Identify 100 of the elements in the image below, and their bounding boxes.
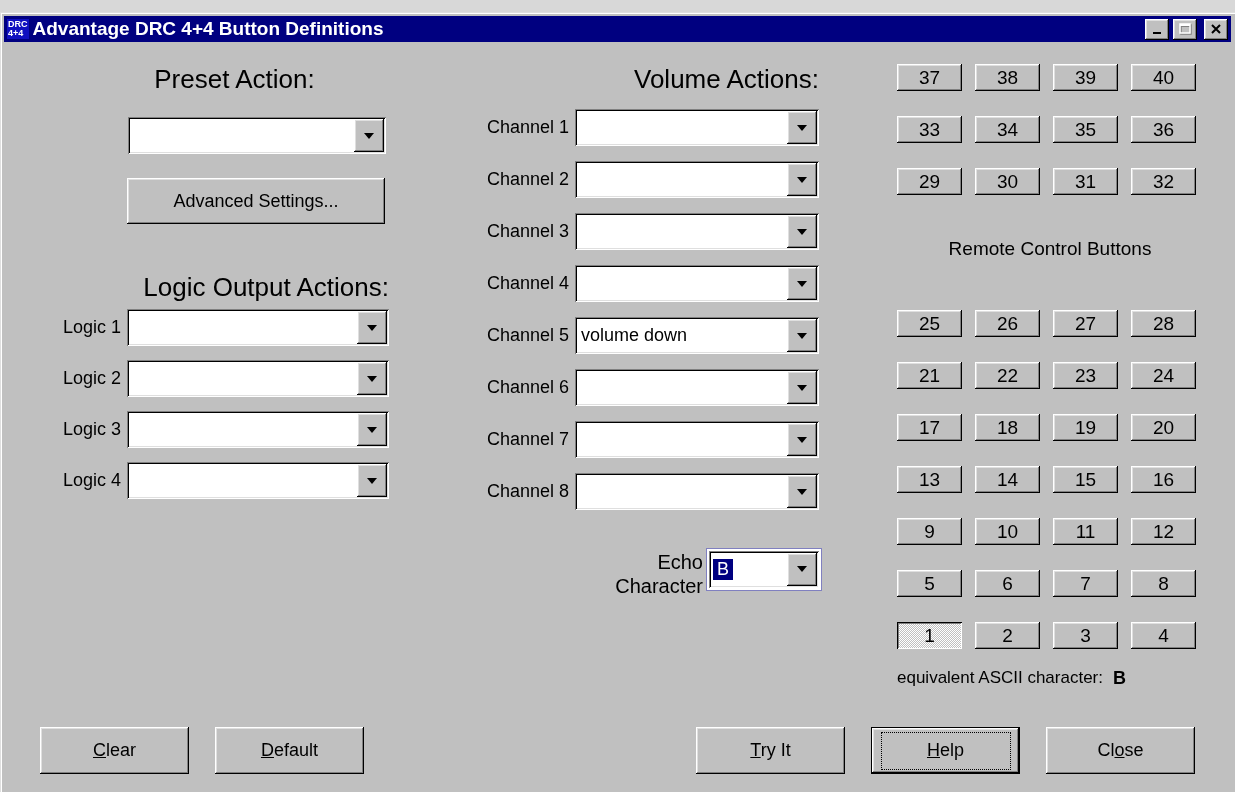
caret-icon	[797, 124, 807, 131]
caret-icon	[367, 375, 377, 382]
caret-icon	[367, 426, 377, 433]
preset-action-heading: Preset Action:	[154, 64, 315, 95]
remote-button[interactable]: 31	[1053, 168, 1118, 195]
remote-button[interactable]: 29	[897, 168, 962, 195]
remote-button[interactable]: 1	[897, 622, 962, 649]
channel-label: Channel 5	[486, 325, 569, 346]
logic-label: Logic 3	[62, 419, 121, 440]
remote-button[interactable]: 38	[975, 64, 1040, 91]
remote-button[interactable]: 5	[897, 570, 962, 597]
logic-dropdown[interactable]	[127, 360, 389, 397]
caret-icon	[797, 436, 807, 443]
remote-button[interactable]: 23	[1053, 362, 1118, 389]
channel-dropdown[interactable]	[575, 421, 819, 458]
echo-character-label: Echo Character	[615, 550, 703, 598]
remote-button[interactable]: 3	[1053, 622, 1118, 649]
advanced-settings-button[interactable]: Advanced Settings...	[127, 178, 385, 224]
remote-button[interactable]: 7	[1053, 570, 1118, 597]
remote-button[interactable]: 28	[1131, 310, 1196, 337]
window-title: Advantage DRC 4+4 Button Definitions	[32, 18, 384, 40]
remote-button[interactable]: 14	[975, 466, 1040, 493]
clear-button[interactable]: Clear	[40, 727, 189, 774]
remote-button[interactable]: 15	[1053, 466, 1118, 493]
remote-button[interactable]: 39	[1053, 64, 1118, 91]
volume-actions-heading: Volume Actions:	[634, 64, 819, 95]
remote-button[interactable]: 32	[1131, 168, 1196, 195]
caret-icon	[797, 488, 807, 495]
channel-dropdown[interactable]	[575, 161, 819, 198]
remote-button[interactable]: 40	[1131, 64, 1196, 91]
caret-icon	[797, 566, 807, 572]
remote-button[interactable]: 26	[975, 310, 1040, 337]
caret-icon	[797, 228, 807, 235]
remote-button[interactable]: 20	[1131, 414, 1196, 441]
remote-button[interactable]: 6	[975, 570, 1040, 597]
channel-dropdown[interactable]	[575, 109, 819, 146]
maximize-icon	[1179, 23, 1191, 35]
remote-button[interactable]: 17	[897, 414, 962, 441]
logic-label: Logic 4	[62, 470, 121, 491]
remote-button[interactable]: 33	[897, 116, 962, 143]
logic-output-heading: Logic Output Actions:	[143, 272, 389, 303]
close-dialog-button[interactable]: Close	[1046, 727, 1195, 774]
help-button[interactable]: Help	[871, 727, 1020, 774]
channel-dropdown[interactable]	[575, 473, 819, 510]
close-icon	[1210, 23, 1222, 35]
caret-icon	[367, 477, 377, 484]
channel-dropdown[interactable]	[575, 369, 819, 406]
default-button[interactable]: Default	[215, 727, 364, 774]
logic-dropdown[interactable]	[127, 462, 389, 499]
minimize-button[interactable]	[1145, 18, 1169, 40]
ascii-label: equivalent ASCII character:	[897, 668, 1103, 689]
logic-label: Logic 1	[62, 317, 121, 338]
channel-label: Channel 1	[486, 117, 569, 138]
caret-icon	[367, 324, 377, 331]
channel-label: Channel 6	[486, 377, 569, 398]
app-icon: DRC 4+4	[7, 19, 29, 39]
remote-button[interactable]: 27	[1053, 310, 1118, 337]
remote-button[interactable]: 36	[1131, 116, 1196, 143]
preset-dropdown[interactable]	[128, 117, 386, 154]
remote-button[interactable]: 21	[897, 362, 962, 389]
close-button[interactable]	[1204, 18, 1228, 40]
remote-button[interactable]: 8	[1131, 570, 1196, 597]
channel-label: Channel 7	[486, 429, 569, 450]
try-it-button[interactable]: Try It	[696, 727, 845, 774]
remote-button[interactable]: 18	[975, 414, 1040, 441]
channel-label: Channel 2	[486, 169, 569, 190]
remote-button[interactable]: 30	[975, 168, 1040, 195]
caret-icon	[797, 384, 807, 391]
channel-label: Channel 8	[486, 481, 569, 502]
remote-button[interactable]: 13	[897, 466, 962, 493]
remote-button[interactable]: 10	[975, 518, 1040, 545]
remote-button[interactable]: 2	[975, 622, 1040, 649]
caret-icon	[797, 332, 807, 339]
channel-dropdown[interactable]: volume down	[575, 317, 819, 354]
logic-label: Logic 2	[62, 368, 121, 389]
caret-icon	[797, 280, 807, 287]
channel-dropdown[interactable]	[575, 265, 819, 302]
remote-button[interactable]: 19	[1053, 414, 1118, 441]
remote-button[interactable]: 25	[897, 310, 962, 337]
logic-dropdown[interactable]	[127, 411, 389, 448]
remote-button[interactable]: 24	[1131, 362, 1196, 389]
echo-character-dropdown[interactable]: B	[709, 550, 819, 588]
ascii-value: B	[1113, 668, 1126, 689]
channel-label: Channel 4	[486, 273, 569, 294]
remote-button[interactable]: 9	[897, 518, 962, 545]
remote-button[interactable]: 35	[1053, 116, 1118, 143]
remote-button[interactable]: 37	[897, 64, 962, 91]
remote-button[interactable]: 16	[1131, 466, 1196, 493]
remote-button[interactable]: 12	[1131, 518, 1196, 545]
caret-icon	[797, 176, 807, 183]
channel-dropdown[interactable]	[575, 213, 819, 250]
minimize-icon	[1153, 32, 1161, 34]
logic-dropdown[interactable]	[127, 309, 389, 346]
caret-icon	[364, 132, 374, 139]
remote-button[interactable]: 22	[975, 362, 1040, 389]
remote-button[interactable]: 11	[1053, 518, 1118, 545]
remote-button[interactable]: 4	[1131, 622, 1196, 649]
remote-control-heading: Remote Control Buttons	[947, 238, 1153, 260]
remote-button[interactable]: 34	[975, 116, 1040, 143]
channel-label: Channel 3	[486, 221, 569, 242]
